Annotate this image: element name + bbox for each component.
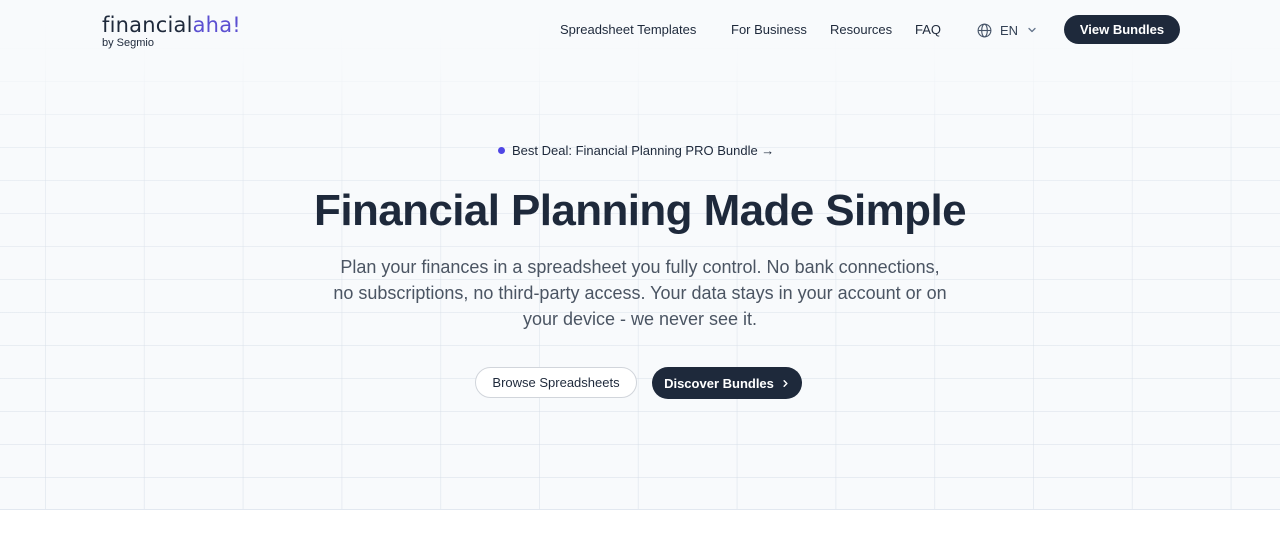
nav-link-resources[interactable]: Resources [830,21,892,39]
nav-link-faq[interactable]: FAQ [915,21,941,39]
nav-link-spreadsheet-templates[interactable]: Spreadsheet Templates [560,21,696,39]
discover-bundles-label: Discover Bundles [664,375,774,391]
hero-description: Plan your finances in a spreadsheet you … [333,257,947,329]
chevron-right-icon [783,379,788,387]
section-divider [0,509,1280,510]
best-deal-label: Best Deal: Financial Planning PRO Bundle… [512,142,775,158]
page: financialaha! by Segmio Spreadsheet Temp… [0,0,1280,539]
discover-bundles-button[interactable]: Discover Bundles [652,367,802,399]
globe-icon [977,23,992,37]
hero-title: Financial Planning Made Simple [314,186,967,235]
view-bundles-button[interactable]: View Bundles [1064,15,1180,44]
logo-subtitle: by Segmio [102,37,154,49]
deal-indicator-dot [498,146,505,154]
logo-main-text: financial [102,13,193,37]
best-deal-link[interactable]: Best Deal: Financial Planning PRO Bundle… [498,140,774,160]
nav-link-for-business[interactable]: For Business [731,21,807,39]
logo-wordmark: financialaha! [102,12,241,38]
browse-spreadsheets-button[interactable]: Browse Spreadsheets [475,367,637,398]
chevron-down-icon [1028,27,1036,33]
language-selector[interactable]: EN [977,20,1037,40]
site-header: financialaha! by Segmio Spreadsheet Temp… [0,0,1280,60]
logo-accent-text: aha! [192,13,241,37]
language-value: EN [1000,22,1019,38]
logo[interactable]: financialaha! by Segmio [102,12,241,49]
